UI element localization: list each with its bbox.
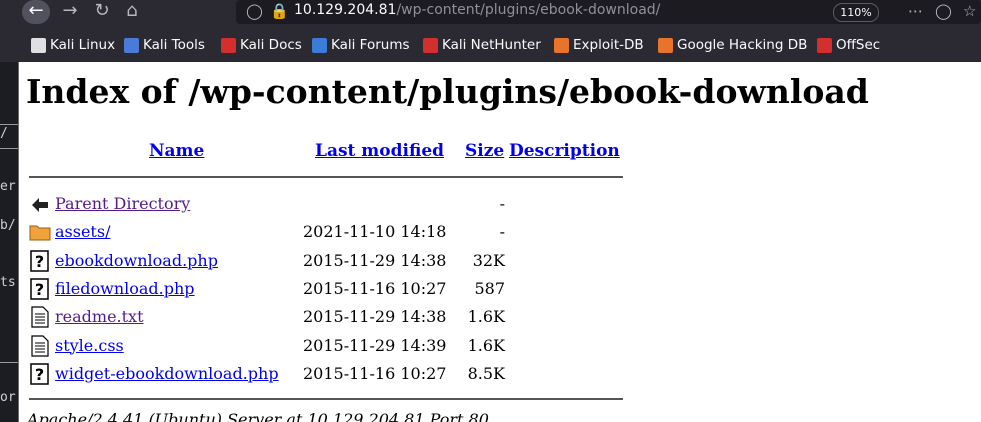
file-link[interactable]: Parent Directory [55,194,190,213]
shield-icon[interactable]: ◯ [246,2,263,20]
column-header-description[interactable]: Description [509,141,620,161]
reload-icon[interactable]: ↻ [88,0,116,24]
url-host: 10.129.204.81 [294,2,397,18]
zoom-indicator[interactable]: 110% [833,3,879,22]
file-size: - [499,222,505,242]
file-last-modified: 2015-11-29 14:38 [303,250,447,270]
file-size: 8.5K [467,363,505,383]
terminal-text: / [0,126,8,141]
bookmarks-bar: Kali Linux Kali Tools Kali Docs Kali For… [0,26,981,63]
pocket-icon[interactable]: ◯ [935,2,952,20]
bookmark-star-icon[interactable]: ☆ [963,2,976,20]
kali-tools-icon [124,37,139,53]
terminal-text: er [0,179,16,194]
insecure-lock-icon[interactable]: 🔒 [270,2,289,20]
file-link[interactable]: readme.txt [55,307,144,326]
page-title: Index of /wp-content/plugins/ebook-downl… [26,72,869,111]
column-header-name[interactable]: Name [149,141,204,161]
url-bar[interactable]: ◯ 🔒 10.129.204.81/wp-content/plugins/ebo… [236,0,981,24]
terminal-divider [0,362,18,363]
bookmark-google-hacking-db[interactable]: Google Hacking DB [658,37,807,53]
file-link[interactable]: ebookdownload.php [55,251,218,270]
file-size: 1.6K [467,335,505,355]
file-last-modified: 2015-11-16 10:27 [303,363,447,383]
unknown-file-icon: ? [29,249,51,272]
terminal-text: ts [0,275,16,290]
svg-text:?: ? [35,280,44,299]
server-signature: Apache/2.4.41 (Ubuntu) Server at 10.129.… [27,410,489,422]
file-last-modified: 2015-11-29 14:39 [303,335,447,355]
svg-text:?: ? [35,365,44,384]
file-row: ? ebookdownload.php 2015-11-29 14:38 32K [29,248,629,274]
nethunter-icon [423,37,438,53]
file-link[interactable]: widget-ebookdownload.php [55,364,279,383]
column-header-size[interactable]: Size [465,141,504,161]
forward-arrow-icon[interactable]: → [56,0,84,24]
file-last-modified: 2021-11-10 14:18 [303,222,447,242]
unknown-file-icon: ? [29,363,51,385]
browser-toolbar: ← → ↻ ⌂ ◯ 🔒 10.129.204.81/wp-content/plu… [0,0,981,26]
file-row: style.css 2015-11-29 14:39 1.6K [29,333,629,359]
kali-docs-icon [221,37,236,53]
home-icon[interactable]: ⌂ [118,0,146,24]
file-size: - [499,194,505,213]
kali-dragon-icon [31,37,46,53]
bookmark-kali-nethunter[interactable]: Kali NetHunter [423,37,541,53]
file-row: ? filedownload.php 2015-11-16 10:27 587 [29,276,629,302]
bookmark-kali-forums[interactable]: Kali Forums [312,37,410,53]
bookmark-kali-tools[interactable]: Kali Tools [124,37,205,53]
file-size: 1.6K [467,307,505,327]
page-content: Index of /wp-content/plugins/ebook-downl… [19,62,981,422]
file-row: ? widget-ebookdownload.php 2015-11-16 10:2… [29,361,629,387]
text-file-icon [29,334,51,357]
terminal-text: b/ [0,218,16,233]
page-actions-icon[interactable]: ⋯ [908,2,923,20]
header-divider [29,176,623,178]
terminal-divider [0,148,18,149]
file-link[interactable]: filedownload.php [55,279,195,298]
bookmark-offsec[interactable]: OffSec [817,37,880,53]
back-arrow-icon[interactable]: ← [22,0,50,24]
folder-icon [29,221,51,243]
file-link[interactable]: assets/ [55,222,110,241]
bookmark-kali-linux[interactable]: Kali Linux [31,37,115,53]
svg-text:?: ? [35,252,44,271]
footer-divider [29,398,623,400]
file-link[interactable]: style.css [55,336,124,355]
back-arrow-icon [29,193,51,215]
bookmark-exploit-db[interactable]: Exploit-DB [554,37,644,53]
bookmark-kali-docs[interactable]: Kali Docs [221,37,302,53]
terminal-text: or [0,390,16,405]
terminal-window-edge[interactable]: / er b/ ts or [0,62,19,422]
unknown-file-icon: ? [29,278,51,300]
kali-forums-icon [312,37,327,53]
url-text[interactable]: 10.129.204.81/wp-content/plugins/ebook-d… [294,2,660,18]
column-header-last-modified[interactable]: Last modified [315,141,444,161]
file-row: readme.txt 2015-11-29 14:38 1.6K [29,304,629,330]
file-row: Parent Directory - [29,191,629,217]
ghdb-icon [658,37,673,53]
offsec-icon [817,37,832,53]
file-row: assets/2021-11-10 14:18 - [29,219,629,245]
terminal-divider [0,124,18,125]
url-path: /wp-content/plugins/ebook-download/ [396,2,661,18]
exploitdb-icon [554,37,569,53]
file-last-modified: 2015-11-29 14:38 [303,307,447,327]
file-size: 32K [472,250,505,270]
file-last-modified: 2015-11-16 10:27 [303,278,447,298]
text-file-icon [29,306,51,328]
file-size: 587 [474,278,505,298]
